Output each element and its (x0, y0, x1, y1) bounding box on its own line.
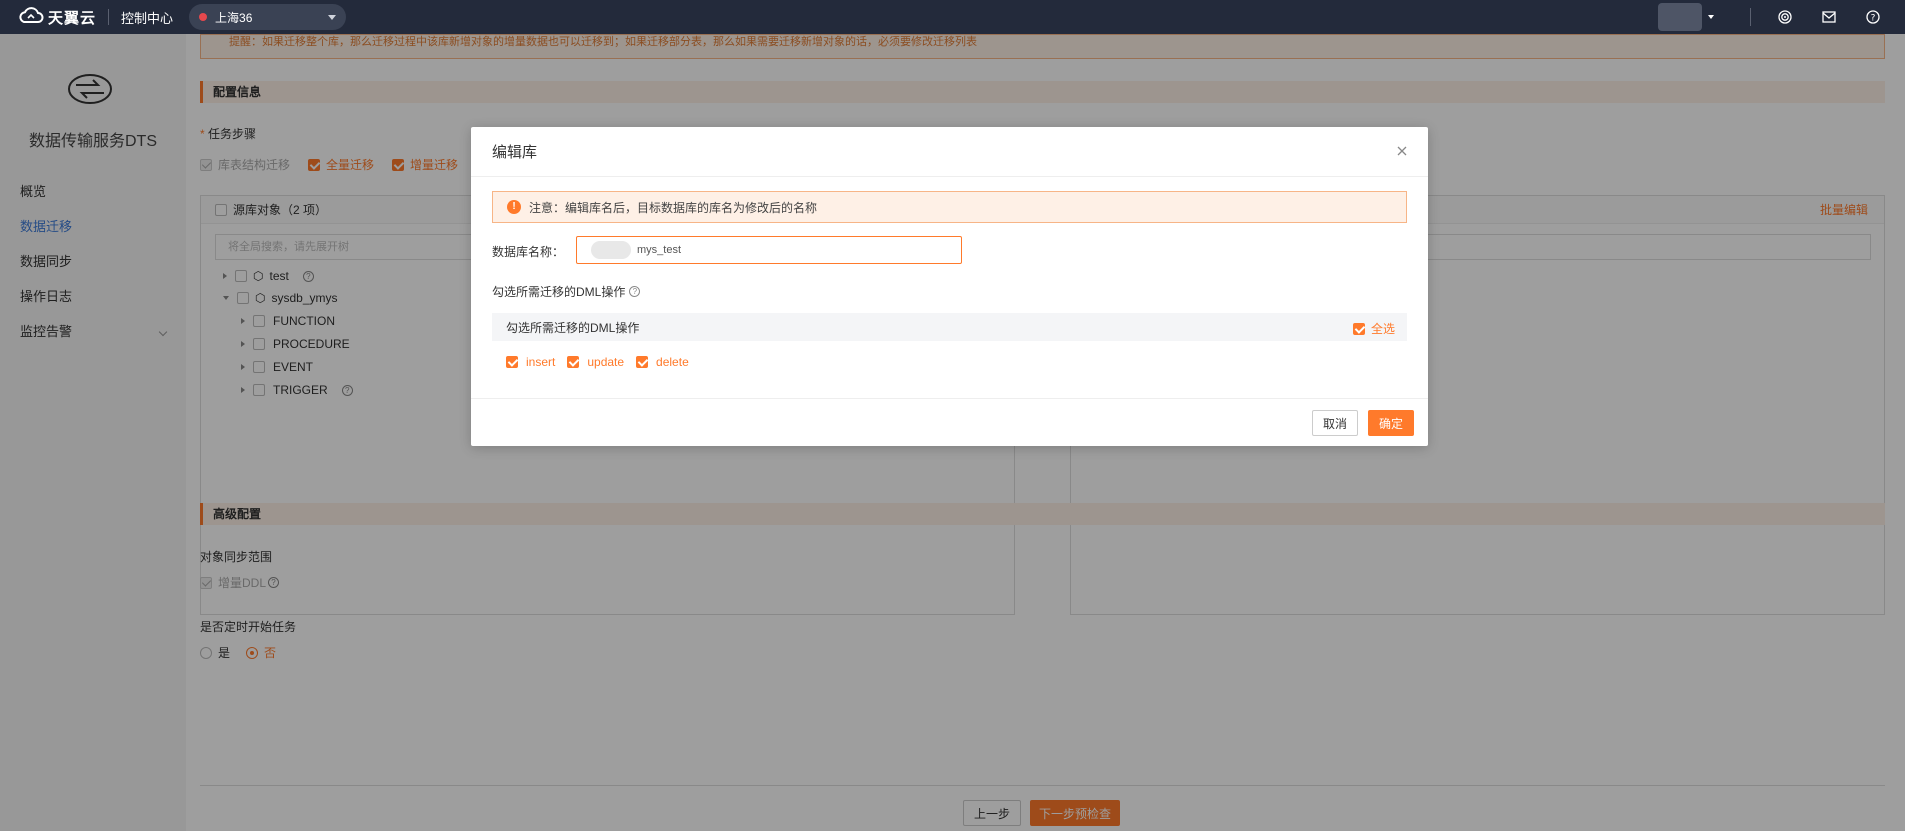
avatar[interactable] (1658, 3, 1702, 31)
region-label: 上海36 (215, 10, 253, 25)
chevron-down-icon (328, 14, 337, 20)
warning-text: 注意：编辑库名后，目标数据库的库名为修改后的名称 (529, 200, 818, 215)
checkbox[interactable] (567, 356, 580, 368)
help-icon[interactable]: ? (629, 286, 641, 297)
top-bar: 天翼云 控制中心 上海36 ? (0, 0, 1905, 34)
checkbox[interactable] (1352, 322, 1365, 335)
region-selector[interactable]: 上海36 (189, 4, 347, 30)
chevron-down-icon[interactable] (1708, 15, 1714, 19)
db-name-label: 数据库名称： (492, 245, 565, 259)
db-name-value: mys_test (637, 244, 682, 256)
cancel-button[interactable]: 取消 (1312, 410, 1358, 436)
help-icon[interactable]: ? (1851, 0, 1895, 34)
dml-options: insert update delete (506, 355, 701, 369)
dml-header-label: 勾选所需迁移的DML操作 (506, 320, 640, 335)
select-all-dml[interactable]: 全选 (1352, 320, 1395, 337)
dml-option-insert[interactable]: insert (506, 355, 555, 369)
location-pin-icon (199, 13, 208, 21)
checkbox[interactable] (636, 356, 649, 368)
dml-option-update[interactable]: update (567, 355, 624, 369)
cloud-icon (18, 6, 44, 28)
confirm-button[interactable]: 确定 (1368, 410, 1414, 436)
checkbox[interactable] (506, 356, 518, 368)
svg-text:?: ? (1871, 14, 1876, 24)
divider (108, 9, 110, 25)
warning-icon: ! (507, 200, 521, 214)
divider (1750, 8, 1751, 26)
dml-option-delete[interactable]: delete (636, 355, 689, 369)
dml-section-title: 勾选所需迁移的DML操作 ? (492, 283, 641, 300)
divider (471, 398, 1428, 399)
target-icon[interactable] (1763, 0, 1807, 34)
edit-database-modal: 编辑库 ! 注意：编辑库名后，目标数据库的库名为修改后的名称 数据库名称： my… (471, 127, 1428, 446)
top-right-tools: ? (1658, 0, 1905, 34)
redacted-prefix (591, 241, 631, 259)
close-icon[interactable] (1394, 143, 1410, 159)
mail-icon[interactable] (1807, 0, 1851, 34)
modal-header: 编辑库 (471, 127, 1428, 177)
modal-warning: ! 注意：编辑库名后，目标数据库的库名为修改后的名称 (492, 191, 1407, 223)
brand-logo[interactable]: 天翼云 (18, 0, 96, 34)
db-name-input[interactable]: mys_test (576, 236, 962, 264)
console-link[interactable]: 控制中心 (121, 8, 173, 27)
modal-title: 编辑库 (492, 144, 538, 161)
brand-name: 天翼云 (48, 9, 97, 27)
dml-header-bar: 勾选所需迁移的DML操作 全选 (492, 313, 1407, 341)
